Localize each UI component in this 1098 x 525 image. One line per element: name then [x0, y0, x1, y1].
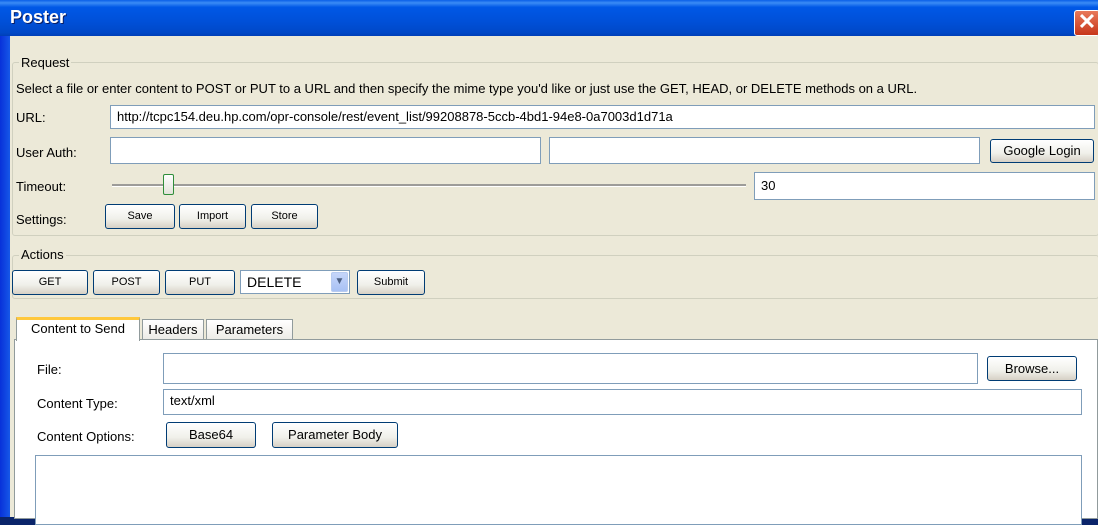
store-button[interactable]: Store	[251, 204, 318, 229]
submit-button[interactable]: Submit	[357, 270, 425, 295]
import-button[interactable]: Import	[179, 204, 246, 229]
window-title: Poster	[10, 7, 67, 27]
tab-parameters[interactable]: Parameters	[206, 319, 293, 340]
window-border	[0, 36, 10, 517]
put-button[interactable]: PUT	[165, 270, 235, 295]
request-group-label: Request	[19, 55, 72, 70]
tab-headers[interactable]: Headers	[142, 319, 204, 340]
title-bar[interactable]: Poster ✕	[0, 0, 1098, 37]
timeout-slider-handle[interactable]	[163, 174, 174, 195]
content-type-input[interactable]: text/xml	[163, 389, 1082, 415]
timeout-label: Timeout:	[16, 179, 67, 194]
actions-group-label: Actions	[19, 247, 66, 262]
url-input[interactable]: http://tcpc154.deu.hp.com/opr-console/re…	[110, 105, 1095, 129]
post-button[interactable]: POST	[93, 270, 160, 295]
content-options-label: Content Options:	[37, 429, 135, 444]
timeout-input[interactable]: 30	[754, 172, 1095, 200]
user-auth-username-input[interactable]	[110, 137, 541, 164]
timeout-slider-track[interactable]	[112, 184, 746, 187]
url-label: URL:	[16, 110, 46, 125]
user-auth-password-input[interactable]	[549, 137, 980, 164]
chevron-down-icon[interactable]: ▼	[331, 272, 348, 292]
user-auth-label: User Auth:	[16, 145, 77, 160]
poster-window: Poster ✕ Request Select a file or enter …	[0, 0, 1098, 525]
google-login-button[interactable]: Google Login	[990, 139, 1094, 163]
save-button[interactable]: Save	[105, 204, 175, 229]
browse-button[interactable]: Browse...	[987, 356, 1077, 381]
request-description: Select a file or enter content to POST o…	[16, 81, 918, 96]
base64-button[interactable]: Base64	[166, 422, 256, 448]
file-label: File:	[37, 362, 62, 377]
window-content: Request Select a file or enter content t…	[10, 36, 1098, 525]
file-input[interactable]	[163, 353, 978, 384]
body-textarea[interactable]	[35, 455, 1082, 525]
method-select[interactable]: DELETE ▼	[240, 270, 350, 294]
settings-label: Settings:	[16, 212, 67, 227]
tab-content-to-send[interactable]: Content to Send	[16, 317, 140, 341]
content-type-label: Content Type:	[37, 396, 118, 411]
get-button[interactable]: GET	[12, 270, 88, 295]
parameter-body-button[interactable]: Parameter Body	[272, 422, 398, 448]
method-select-value: DELETE	[247, 274, 302, 290]
close-icon[interactable]: ✕	[1074, 10, 1098, 36]
